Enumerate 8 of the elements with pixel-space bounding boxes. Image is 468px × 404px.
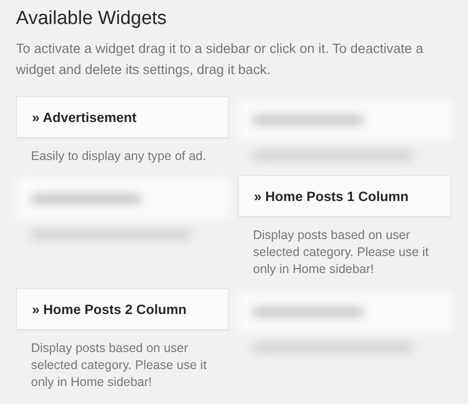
widget-description: Display posts based on user selected category. Please use it only in Home sidebar!: [30, 340, 208, 391]
widget-description: Easily to display any type of ad.: [30, 148, 208, 165]
widget-card[interactable]: » Home Posts 1 Column: [238, 175, 451, 217]
widget-card[interactable]: » Home Posts 2 Column: [16, 288, 229, 330]
section-title: Available Widgets: [16, 7, 168, 31]
widget-description: Display posts based on user selected category. Please use it only in Home sidebar!: [252, 227, 430, 278]
instructions-text: To activate a widget drag it to a sidebar or click on it. To deactivate a widget and delete its settings, drag it back.: [16, 40, 424, 79]
widget-card[interactable]: » Advertisement: [16, 96, 229, 138]
